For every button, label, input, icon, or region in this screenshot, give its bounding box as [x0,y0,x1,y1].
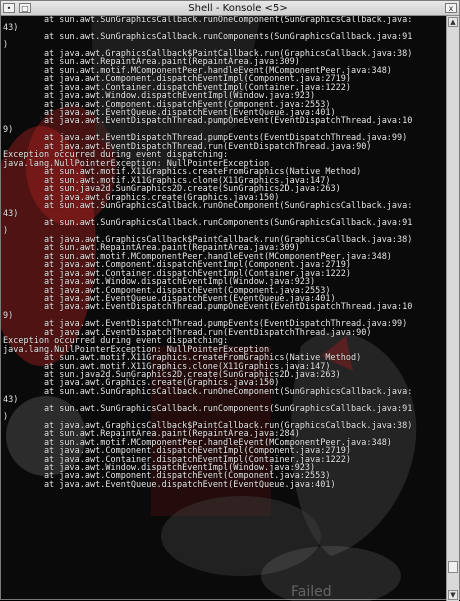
terminal-line: at sun.awt.SunGraphicsCallback.runCompon… [3,217,413,228]
terminal-line: at sun.awt.SunGraphicsCallback.runCompon… [3,31,413,42]
window-menu-button[interactable]: • [3,3,15,13]
terminal-line: at java.awt.EventQueue.dispatchEvent(Eve… [3,479,336,490]
terminal-line: at sun.awt.SunGraphicsCallback.runCompon… [3,403,413,414]
terminal-line: at sun.awt.SunGraphicsCallback.runOneCom… [3,16,413,25]
sticky-button[interactable]: □ [19,3,31,13]
close-button[interactable]: x [445,3,457,13]
scroll-down-button[interactable]: ▼ [448,590,458,600]
konsole-window: • □ Shell - Konsole <5> x Failed at sun.… [0,0,460,601]
title-bar[interactable]: • □ Shell - Konsole <5> x [1,1,459,16]
terminal-area[interactable]: Failed at sun.awt.SunGraphicsCallback.ru… [1,16,446,601]
scroll-up-button[interactable]: ▲ [448,17,458,27]
vertical-scrollbar[interactable]: ▲ ▼ [446,16,459,601]
scrollbar-thumb[interactable] [448,560,458,573]
window-title: Shell - Konsole <5> [188,2,288,14]
terminal-line: at sun.awt.SunGraphicsCallback.runOneCom… [3,386,413,397]
terminal-output[interactable]: at sun.awt.SunGraphicsCallback.runOneCom… [3,16,446,601]
terminal-line: at sun.awt.SunGraphicsCallback.runOneCom… [3,200,413,211]
terminal-line: at java.awt.EventDispatchThread.pumpOneE… [3,302,413,313]
terminal-line: at java.awt.EventDispatchThread.pumpOneE… [3,116,413,127]
